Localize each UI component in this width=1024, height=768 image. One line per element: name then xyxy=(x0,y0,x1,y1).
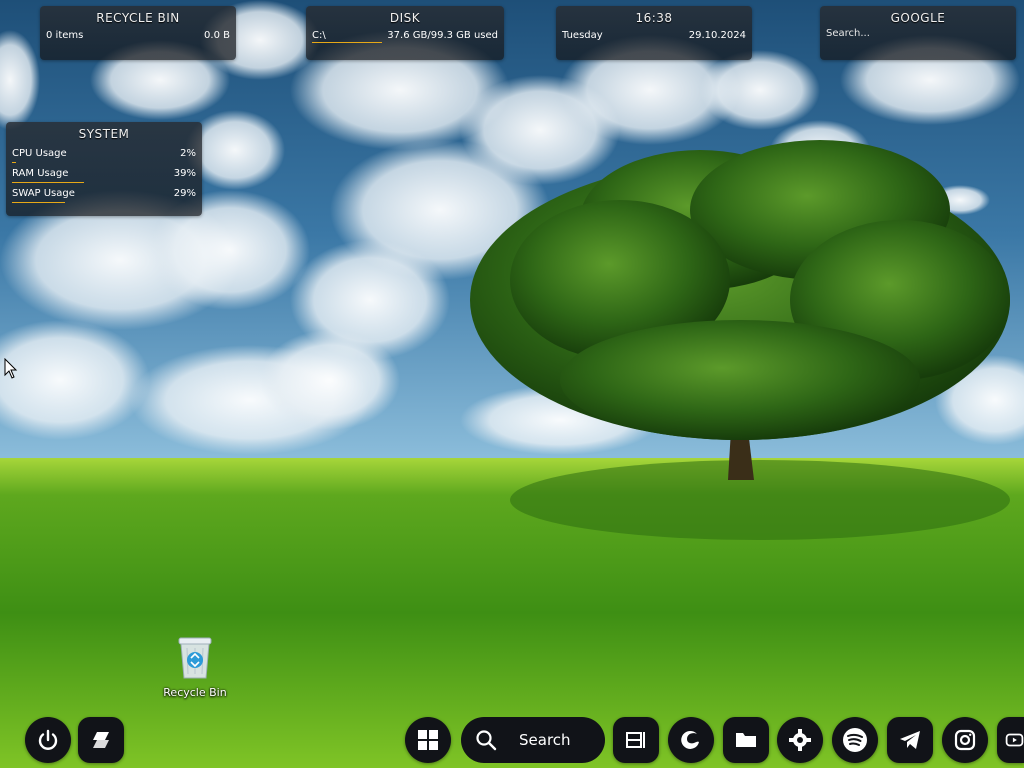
windows-start-icon xyxy=(418,730,438,750)
system-widget-title: SYSTEM xyxy=(78,127,130,141)
file-explorer-button[interactable] xyxy=(723,717,769,763)
settings-icon xyxy=(789,729,811,751)
spotify-icon xyxy=(843,728,867,752)
disk-widget-title: DISK xyxy=(389,11,421,25)
disk-widget[interactable]: DISK C:\ 37.6 GB/99.3 GB used xyxy=(306,6,504,60)
settings-button[interactable] xyxy=(777,717,823,763)
recycle-bin-widget[interactable]: RECYCLE BIN 0 items 0.0 B xyxy=(40,6,236,60)
app-launcher-icon xyxy=(93,732,109,748)
cpu-usage-value: 2% xyxy=(180,148,196,159)
ram-usage-bar xyxy=(12,182,84,183)
disk-usage-text: 37.6 GB/99.3 GB used xyxy=(387,30,498,41)
telegram-icon xyxy=(900,731,920,749)
clock-widget: 16:38 Tuesday 29.10.2024 xyxy=(556,6,752,60)
instagram-button[interactable] xyxy=(942,717,988,763)
recycle-bin-label: Recycle Bin xyxy=(163,686,227,699)
system-row-cpu: CPU Usage 2% xyxy=(6,144,202,164)
task-view-button[interactable] xyxy=(613,717,659,763)
app-launcher-button[interactable] xyxy=(78,717,124,763)
cpu-usage-label: CPU Usage xyxy=(12,148,67,159)
task-view-icon xyxy=(626,732,645,748)
clock-time: 16:38 xyxy=(635,11,673,25)
search-icon xyxy=(476,730,497,751)
spotify-button[interactable] xyxy=(832,717,878,763)
power-button[interactable] xyxy=(25,717,71,763)
system-row-swap: SWAP Usage 29% xyxy=(6,184,202,204)
taskbar-search-label: Search xyxy=(519,731,571,749)
system-monitor-widget: SYSTEM CPU Usage 2% RAM Usage 39% SWAP U… xyxy=(6,122,202,216)
start-button[interactable] xyxy=(405,717,451,763)
google-search-input[interactable] xyxy=(826,28,1010,39)
edge-button[interactable] xyxy=(668,717,714,763)
swap-usage-value: 29% xyxy=(173,188,196,199)
ram-usage-value: 39% xyxy=(173,168,196,179)
ram-usage-label: RAM Usage xyxy=(12,168,69,179)
disk-usage-bar xyxy=(312,42,383,43)
power-icon xyxy=(38,729,58,750)
telegram-button[interactable] xyxy=(887,717,933,763)
swap-usage-label: SWAP Usage xyxy=(12,188,75,199)
google-widget-title: GOOGLE xyxy=(890,11,946,25)
edge-icon xyxy=(681,730,699,749)
desktop-wallpaper xyxy=(0,0,1024,768)
youtube-button[interactable] xyxy=(997,717,1024,763)
folder-icon xyxy=(736,733,756,747)
cpu-usage-bar xyxy=(12,162,16,163)
recycle-bin-icon xyxy=(178,637,212,679)
youtube-icon xyxy=(1005,733,1024,747)
desktop-recycle-bin[interactable]: Recycle Bin xyxy=(160,636,230,699)
recycle-bin-size: 0.0 B xyxy=(204,30,230,41)
mouse-cursor-icon xyxy=(4,358,18,379)
recycle-bin-widget-title: RECYCLE BIN xyxy=(96,11,180,25)
google-search-widget: GOOGLE xyxy=(820,6,1016,60)
clock-date: 29.10.2024 xyxy=(688,30,746,41)
clock-day: Tuesday xyxy=(562,30,603,41)
taskbar-search-button[interactable]: Search xyxy=(461,717,605,763)
instagram-icon xyxy=(954,729,976,751)
recycle-bin-item-count: 0 items xyxy=(46,30,84,41)
swap-usage-bar xyxy=(12,202,66,203)
system-row-ram: RAM Usage 39% xyxy=(6,164,202,184)
